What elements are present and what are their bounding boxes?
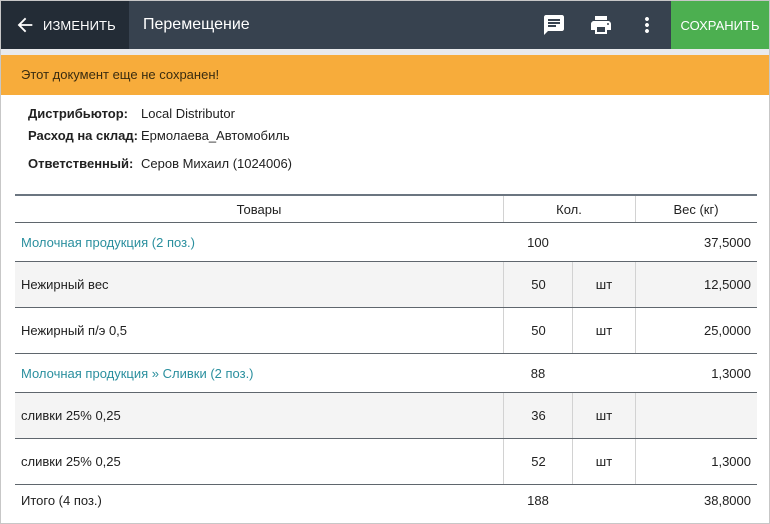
document-window: ИЗМЕНИТЬ Перемещение СОХРАНИТЬ Этот доку… bbox=[0, 0, 770, 524]
page-title: Перемещение bbox=[143, 16, 250, 33]
item-name: Нежирный вес bbox=[21, 277, 109, 292]
responsible-row: Ответственный: Серов Михаил (1024006) bbox=[28, 156, 292, 171]
total-qty: 188 bbox=[527, 493, 549, 508]
table-header: Товары Кол. Вес (кг) bbox=[15, 196, 757, 223]
group-row[interactable]: Молочная продукция » Сливки (2 поз.) 88 … bbox=[15, 354, 757, 393]
warehouse-value: Ермолаева_Автомобиль bbox=[141, 128, 290, 143]
unsaved-warning-banner: Этот документ еще не сохранен! bbox=[1, 55, 769, 95]
table-row[interactable]: сливки 25% 0,25 52 шт 1,3000 bbox=[15, 439, 757, 485]
responsible-value: Серов Михаил (1024006) bbox=[141, 156, 292, 171]
distributor-value: Local Distributor bbox=[141, 106, 235, 121]
group-weight: 37,5000 bbox=[704, 234, 751, 250]
total-row: Итого (4 поз.) 188 38,8000 bbox=[15, 485, 757, 516]
distributor-label: Дистрибьютор: bbox=[28, 106, 128, 121]
arrow-back-icon bbox=[17, 17, 33, 33]
total-weight: 38,8000 bbox=[704, 493, 751, 508]
comment-button[interactable] bbox=[534, 1, 574, 49]
column-divider bbox=[503, 196, 504, 222]
responsible-label: Ответственный: bbox=[28, 156, 134, 171]
distributor-row: Дистрибьютор: Local Distributor bbox=[28, 106, 235, 121]
column-divider bbox=[503, 439, 504, 484]
column-divider bbox=[503, 262, 504, 307]
item-qty: 50 bbox=[531, 277, 546, 292]
print-button[interactable] bbox=[581, 1, 621, 49]
save-button[interactable]: СОХРАНИТЬ bbox=[671, 1, 769, 49]
group-qty: 100 bbox=[527, 234, 549, 250]
edit-mode-block: ИЗМЕНИТЬ bbox=[1, 1, 129, 49]
item-name: сливки 25% 0,25 bbox=[21, 454, 121, 469]
warehouse-label: Расход на склад: bbox=[28, 128, 138, 143]
item-unit: шт bbox=[595, 408, 613, 423]
item-weight bbox=[635, 393, 751, 438]
item-name: сливки 25% 0,25 bbox=[21, 408, 121, 423]
item-qty: 50 bbox=[531, 323, 546, 338]
column-divider bbox=[503, 308, 504, 353]
group-qty: 88 bbox=[530, 365, 546, 381]
print-icon bbox=[591, 16, 611, 34]
back-button[interactable] bbox=[1, 1, 43, 49]
item-qty: 52 bbox=[531, 454, 546, 469]
item-unit: шт bbox=[595, 454, 613, 469]
table-row[interactable]: Нежирный вес 50 шт 12,5000 bbox=[15, 262, 757, 308]
table-row[interactable]: сливки 25% 0,25 36 шт bbox=[15, 393, 757, 439]
group-name[interactable]: Молочная продукция » Сливки (2 поз.) bbox=[21, 354, 501, 392]
header-weight: Вес (кг) bbox=[673, 201, 719, 217]
group-name[interactable]: Молочная продукция (2 поз.) bbox=[21, 223, 501, 261]
item-qty: 36 bbox=[531, 408, 546, 423]
warehouse-row: Расход на склад: Ермолаева_Автомобиль bbox=[28, 128, 290, 143]
item-unit: шт bbox=[595, 277, 613, 292]
item-name: Нежирный п/э 0,5 bbox=[21, 323, 128, 338]
group-weight: 1,3000 bbox=[711, 365, 751, 381]
item-weight: 25,0000 bbox=[704, 323, 751, 338]
group-row[interactable]: Молочная продукция (2 поз.) 100 37,5000 bbox=[15, 223, 757, 262]
total-label: Итого (4 поз.) bbox=[21, 493, 102, 508]
column-divider bbox=[503, 393, 504, 438]
item-weight: 12,5000 bbox=[704, 277, 751, 292]
header-qty: Кол. bbox=[556, 201, 582, 217]
item-unit: шт bbox=[595, 323, 613, 338]
edit-button[interactable]: ИЗМЕНИТЬ bbox=[43, 18, 116, 33]
header-goods: Товары bbox=[236, 201, 282, 217]
top-app-bar: ИЗМЕНИТЬ Перемещение СОХРАНИТЬ bbox=[1, 1, 769, 49]
table-row[interactable]: Нежирный п/э 0,5 50 шт 25,0000 bbox=[15, 308, 757, 354]
item-weight: 1,3000 bbox=[711, 454, 751, 469]
comment-icon bbox=[544, 15, 564, 35]
goods-table: Товары Кол. Вес (кг) Молочная продукция … bbox=[15, 194, 757, 516]
more-vert-icon bbox=[645, 17, 649, 33]
more-menu-button[interactable] bbox=[627, 1, 667, 49]
